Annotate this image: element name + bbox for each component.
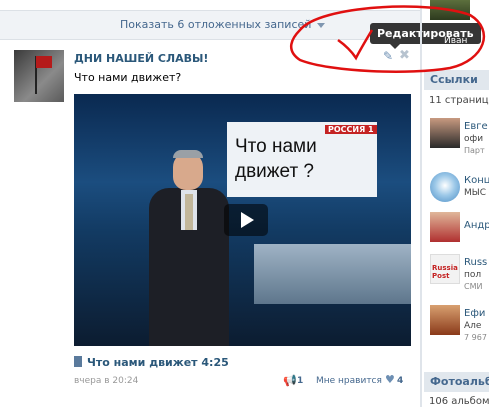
link-title: Конц — [464, 175, 489, 186]
postponed-bar[interactable]: Показать 6 отложенных записей — [0, 10, 420, 40]
presenter-figure — [149, 150, 229, 346]
russia-post-logo: Russia Post — [430, 254, 460, 284]
post-timestamp[interactable]: вчера в 20:24 — [74, 376, 138, 386]
presenter-hair — [173, 150, 203, 158]
video-duration: 4:25 — [201, 356, 229, 369]
film-icon — [74, 356, 82, 367]
sidebar-top-name[interactable]: Иван — [444, 36, 467, 46]
presenter-tie — [185, 194, 193, 230]
link-title: Андр — [464, 220, 489, 231]
sidebar-link-item[interactable]: Russia Post Russ пол СМИ — [430, 254, 489, 292]
link-avatar — [430, 118, 460, 148]
pencil-icon[interactable]: ✎ — [383, 49, 393, 63]
like-button[interactable]: Мне нравится — [316, 376, 382, 386]
links-count: 11 страниц — [429, 95, 489, 106]
close-icon[interactable]: ✖ — [399, 48, 410, 63]
group-avatar[interactable] — [14, 50, 64, 102]
group-name-link[interactable]: ДНИ НАШЕЙ СЛАВЫ! — [74, 52, 208, 65]
sidebar-top-photo[interactable] — [430, 0, 470, 20]
video-title: Что нами движет — [87, 356, 198, 369]
link-meta: 7 967 — [464, 333, 487, 342]
play-button-icon[interactable] — [224, 204, 268, 236]
show-postponed-label: Показать 6 отложенных записей — [120, 18, 312, 31]
column-divider — [420, 0, 422, 407]
link-desc: МЫС — [464, 188, 486, 198]
link-title: Russ — [464, 257, 488, 268]
photo-albums-count: 106 альбомо — [429, 396, 489, 407]
sidebar-link-item[interactable]: Конц МЫС — [430, 172, 489, 210]
link-avatar — [430, 212, 460, 242]
right-sidebar: Иван Ссылки 11 страниц Евге офи Парт Кон… — [424, 0, 489, 407]
link-avatar — [430, 305, 460, 335]
megaphone-icon[interactable]: 📢 — [283, 374, 297, 387]
link-desc: пол — [464, 270, 482, 280]
link-title: Евге — [464, 121, 488, 132]
chevron-down-icon — [317, 22, 326, 28]
link-desc: офи — [464, 134, 484, 144]
show-postponed-link[interactable]: Показать 6 отложенных записей — [120, 18, 326, 31]
channel-logo: РОССИЯ 1 — [325, 125, 377, 134]
photo-albums-header[interactable]: Фотоальб — [424, 372, 489, 392]
share-count: 1 — [297, 376, 304, 386]
red-flag — [36, 56, 52, 68]
sidebar-link-item[interactable]: Андр — [430, 212, 489, 250]
link-desc: Але — [464, 321, 482, 331]
russia-post-badge: Russia Post — [432, 264, 458, 280]
link-title: Ефи — [464, 308, 486, 319]
video-title-link[interactable]: Что нами движет 4:25 — [74, 356, 229, 369]
video-player[interactable]: РОССИЯ 1 Что нами движет ? — [74, 94, 411, 346]
studio-screen: РОССИЯ 1 Что нами движет ? — [227, 122, 377, 197]
screen-caption: Что нами движет ? — [235, 136, 317, 182]
heart-icon[interactable]: ♥ — [385, 373, 395, 386]
link-meta: СМИ — [464, 282, 483, 291]
link-avatar — [430, 172, 460, 202]
link-meta: Парт — [464, 146, 485, 155]
studio-desk — [254, 244, 411, 304]
links-header[interactable]: Ссылки — [424, 70, 489, 90]
post-text: Что нами движет? — [74, 71, 182, 84]
like-count: 4 — [397, 376, 404, 386]
sidebar-link-item[interactable]: Ефи Але 7 967 — [430, 305, 489, 343]
sidebar-link-item[interactable]: Евге офи Парт — [430, 118, 489, 156]
